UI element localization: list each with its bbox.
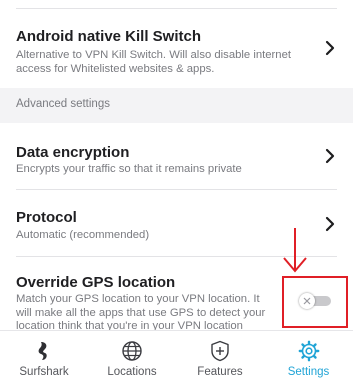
chevron-right-icon: [325, 148, 335, 164]
chevron-right-icon: [325, 40, 335, 56]
gear-icon: [298, 340, 319, 362]
globe-icon: [122, 341, 142, 361]
kill-switch-row[interactable]: Android native Kill Switch Alternative t…: [0, 9, 353, 88]
highlight-box: [282, 276, 348, 328]
nav-label-settings: Settings: [287, 366, 330, 378]
override-gps-title: Override GPS location: [16, 274, 176, 291]
data-encryption-description: Encrypts your traffic so that it remains…: [16, 163, 242, 175]
section-header-label: Advanced settings: [16, 98, 110, 110]
nav-item-features[interactable]: Features: [176, 331, 264, 384]
protocol-description: Automatic (recommended): [16, 229, 150, 241]
override-gps-description: Match your GPS location to your VPN loca…: [16, 293, 266, 332]
data-encryption-row[interactable]: Data encryption Encrypts your traffic so…: [0, 123, 353, 189]
nav-label-locations: Locations: [107, 366, 157, 378]
shield-plus-icon: [211, 340, 229, 362]
nav-item-locations[interactable]: Locations: [88, 331, 176, 384]
kill-switch-description: Alternative to VPN Kill Switch. Will als…: [16, 49, 292, 75]
protocol-title: Protocol: [16, 209, 77, 226]
surfshark-logo-icon: [38, 342, 47, 360]
arrow-down-icon: [283, 228, 307, 273]
kill-switch-title: Android native Kill Switch: [16, 28, 202, 45]
bottom-nav: Surfshark Locations Features Settings: [0, 330, 353, 384]
nav-item-surfshark[interactable]: Surfshark: [0, 331, 88, 384]
advanced-settings-header: Advanced settings: [0, 88, 353, 123]
nav-item-settings[interactable]: Settings: [264, 331, 353, 384]
data-encryption-title: Data encryption: [16, 144, 130, 161]
chevron-right-icon: [325, 216, 335, 232]
settings-screen: Android native Kill Switch Alternative t…: [0, 0, 353, 384]
nav-label-surfshark: Surfshark: [19, 366, 69, 378]
nav-label-features: Features: [197, 366, 243, 378]
